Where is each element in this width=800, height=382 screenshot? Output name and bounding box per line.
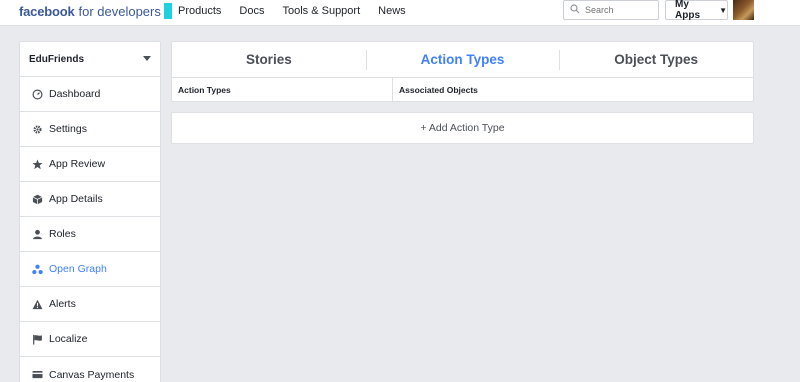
tab-bar: Stories Action Types Object Types: [172, 42, 753, 78]
sidebar-item-canvas-payments[interactable]: Canvas Payments: [20, 357, 160, 382]
dashboard-icon: [31, 88, 43, 100]
open-graph-icon: [31, 263, 43, 275]
search-box[interactable]: [563, 0, 659, 20]
cube-icon: [31, 193, 43, 205]
sidebar-item-alerts[interactable]: Alerts: [20, 287, 160, 322]
sidebar-item-settings[interactable]: Settings: [20, 112, 160, 147]
gear-icon: [31, 123, 43, 135]
sidebar-item-app-details[interactable]: App Details: [20, 182, 160, 217]
sidebar-item-localize[interactable]: Localize: [20, 322, 160, 357]
my-apps-label: My Apps: [675, 0, 700, 21]
caret-down-icon: ▼: [719, 5, 727, 15]
column-header-action-types: Action Types: [172, 78, 393, 102]
sidebar-item-app-review[interactable]: App Review: [20, 147, 160, 182]
brand-accent-bar: [163, 3, 172, 19]
sidebar-item-open-graph[interactable]: Open Graph: [20, 252, 160, 287]
sidebar-item-label: Canvas Payments: [49, 368, 135, 381]
flag-icon: [31, 333, 43, 345]
tab-action-types[interactable]: Action Types: [365, 42, 560, 77]
add-action-type-button[interactable]: + Add Action Type: [171, 112, 754, 144]
my-apps-button[interactable]: My Apps ▼: [665, 0, 728, 21]
star-icon: [31, 158, 43, 170]
facebook-developers-logo[interactable]: facebook for developers: [19, 3, 172, 19]
sidebar-item-dashboard[interactable]: Dashboard: [20, 77, 160, 112]
person-icon: [31, 228, 43, 240]
nav-docs[interactable]: Docs: [239, 5, 264, 17]
sidebar-item-label: Settings: [49, 123, 87, 135]
brand-name: facebook: [19, 3, 75, 19]
app-selector[interactable]: EduFriends: [20, 42, 160, 77]
search-icon: [570, 1, 580, 19]
search-input[interactable]: [585, 5, 655, 15]
avatar[interactable]: [733, 0, 754, 20]
app-sidebar: EduFriends Dashboard Settings App Review…: [19, 41, 161, 382]
brand-suffix: for developers: [78, 3, 161, 19]
main-nav: Products Docs Tools & Support News: [178, 5, 424, 17]
warning-icon: [31, 298, 43, 310]
nav-tools-support[interactable]: Tools & Support: [282, 5, 360, 17]
sidebar-item-roles[interactable]: Roles: [20, 217, 160, 252]
tab-object-types[interactable]: Object Types: [559, 42, 753, 77]
sidebar-item-label: Alerts: [49, 298, 76, 310]
sidebar-item-label: Localize: [49, 333, 88, 345]
open-graph-panel: Stories Action Types Object Types Action…: [171, 41, 754, 102]
column-header-associated-objects: Associated Objects: [399, 85, 478, 95]
sidebar-item-label: App Details: [49, 193, 103, 205]
table-header: Action Types Associated Objects: [172, 78, 753, 102]
top-navigation-bar: facebook for developers Products Docs To…: [0, 0, 800, 26]
app-name: EduFriends: [29, 53, 85, 65]
nav-products[interactable]: Products: [178, 5, 221, 17]
tab-stories[interactable]: Stories: [172, 42, 366, 77]
chevron-down-icon: [143, 56, 151, 61]
sidebar-item-label: Dashboard: [49, 88, 101, 100]
sidebar-item-label: App Review: [49, 158, 106, 170]
sidebar-item-label: Roles: [49, 228, 76, 240]
sidebar-item-label: Open Graph: [49, 263, 107, 275]
card-icon: [31, 369, 43, 381]
nav-news[interactable]: News: [378, 5, 406, 17]
